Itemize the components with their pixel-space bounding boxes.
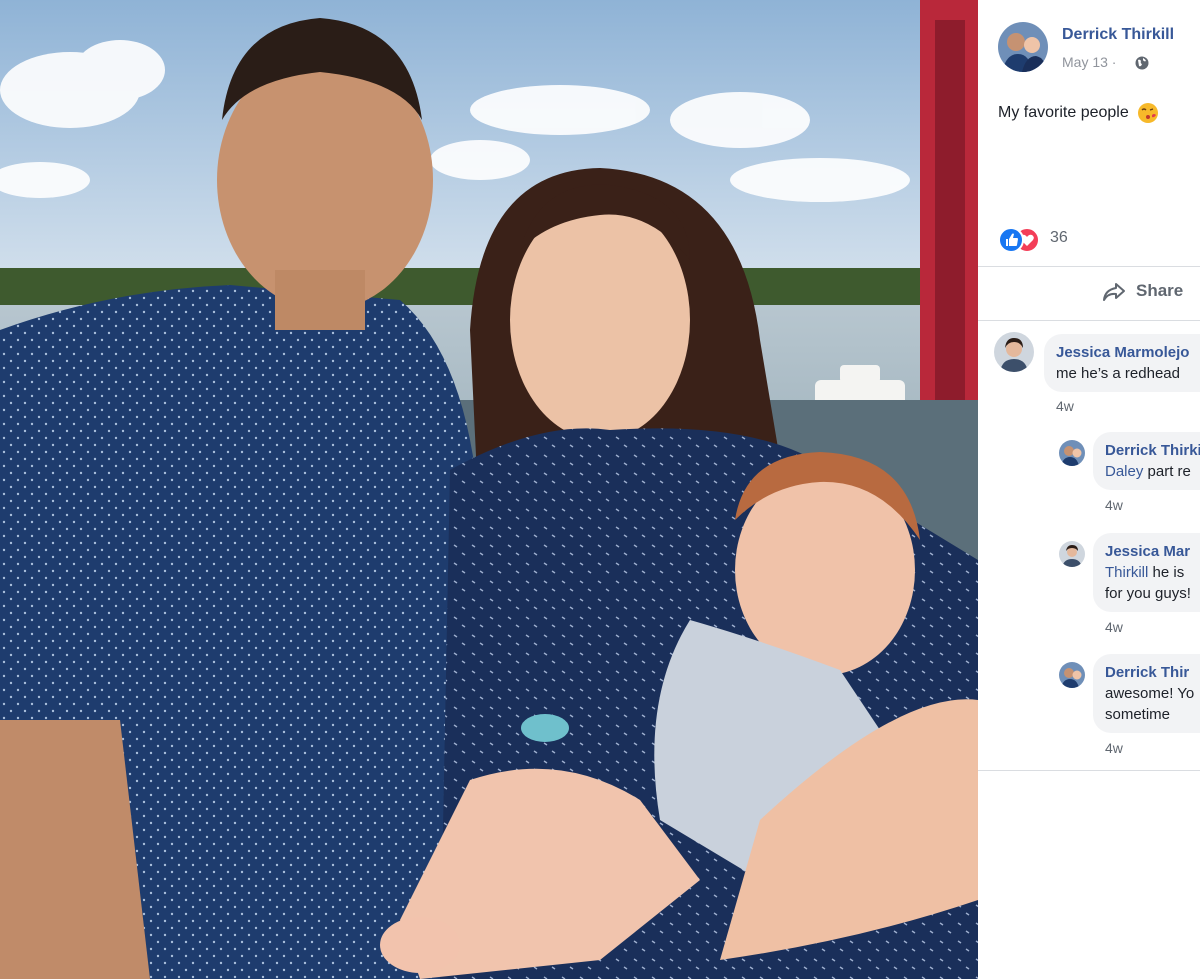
mention-link[interactable]: Thirkill	[1105, 564, 1148, 581]
author-name-link[interactable]: Derrick Thirkill	[1062, 26, 1174, 44]
post-header: Derrick Thirkill May 13 ·	[998, 22, 1200, 74]
comment-bubble: Jessica Mar Thirkill he is for you guys!	[1093, 533, 1200, 612]
commenter-name-link[interactable]: Derrick Thir	[1105, 664, 1189, 681]
post-date-text: May 13	[1062, 54, 1108, 70]
comment-timestamp[interactable]: 4w	[1105, 497, 1123, 513]
post-sidebar: Derrick Thirkill May 13 · My favorite pe…	[978, 0, 1200, 979]
comment-timestamp[interactable]: 4w	[1105, 740, 1123, 756]
comment-text-line2: for you guys!	[1105, 585, 1191, 602]
comment-bubble: Derrick Thir awesome! Yo sometime	[1093, 654, 1200, 733]
commenter-avatar[interactable]	[1059, 662, 1085, 688]
comment-timestamp[interactable]: 4w	[1105, 619, 1123, 635]
comments-end-divider	[978, 770, 1200, 771]
comment-text: he is	[1152, 564, 1185, 581]
commenter-avatar[interactable]	[1059, 440, 1085, 466]
commenter-avatar[interactable]	[994, 332, 1034, 372]
globe-icon[interactable]	[1135, 56, 1149, 70]
family-photo-image	[0, 0, 978, 979]
like-reaction-icon	[998, 227, 1024, 253]
actions-divider-top	[978, 266, 1200, 267]
comment-timestamp[interactable]: 4w	[1056, 398, 1074, 414]
commenter-name-link[interactable]: Jessica Mar	[1105, 543, 1190, 560]
post-timestamp[interactable]: May 13 ·	[1062, 54, 1116, 70]
post-caption-text: My favorite people	[998, 104, 1129, 122]
reaction-count: 36	[1050, 229, 1068, 246]
comment-bubble: Jessica Marmolejo me he’s a redhead	[1044, 334, 1200, 392]
author-avatar[interactable]	[998, 22, 1048, 72]
comment-text: me he’s a redhead	[1056, 365, 1180, 382]
actions-divider-bottom	[978, 320, 1200, 321]
mention-link[interactable]: Daley	[1105, 463, 1143, 480]
comment-bubble: Derrick Thirkill Daley part re	[1093, 432, 1200, 490]
commenter-name-link[interactable]: Jessica Marmolejo	[1056, 344, 1189, 361]
share-label: Share	[1136, 281, 1184, 300]
comment-text-line2: sometime	[1105, 706, 1171, 723]
commenter-avatar[interactable]	[1059, 541, 1085, 567]
share-arrow-icon	[1103, 283, 1125, 301]
kissing-face-emoji-icon	[1138, 103, 1159, 123]
share-button[interactable]: Share	[1103, 281, 1184, 301]
post-caption: My favorite people	[998, 102, 1159, 124]
commenter-name-link[interactable]: Derrick Thirkill	[1105, 442, 1200, 459]
comment-text: part re	[1147, 463, 1191, 480]
post-photo[interactable]	[0, 0, 978, 979]
comment-text: awesome! Yo	[1105, 685, 1195, 702]
